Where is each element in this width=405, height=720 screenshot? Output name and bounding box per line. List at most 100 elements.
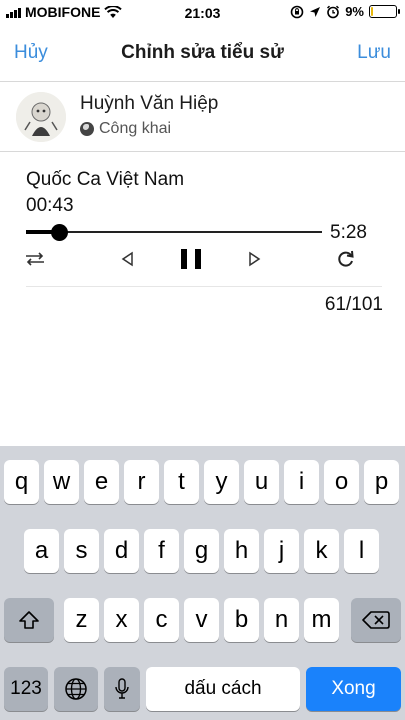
privacy-label: Công khai (99, 120, 172, 137)
page-title: Chỉnh sửa tiểu sử (121, 42, 284, 63)
keyboard: qwe r t yu i op asd f gh j k l zxcvbnm 123 dấu các… (0, 446, 405, 720)
key-label: n (274, 606, 289, 633)
key-label: g (194, 537, 209, 564)
key-z[interactable]: z (64, 598, 99, 642)
key-a[interactable]: a (24, 529, 59, 573)
profile-header: Huỳnh Văn Hiệp Công khai (0, 82, 405, 152)
key-label: z (75, 606, 88, 633)
avatar[interactable] (16, 92, 66, 142)
key-t[interactable]: t (164, 460, 199, 504)
character-counter: 61/101 (324, 294, 383, 315)
key-b[interactable]: b (224, 598, 259, 642)
key-label: q (14, 468, 29, 495)
privacy-selector[interactable]: Công khai (80, 120, 171, 138)
key-label: w (52, 468, 71, 495)
key-label: t (178, 468, 185, 495)
key-w[interactable]: w (44, 460, 79, 504)
next-button[interactable] (242, 246, 268, 272)
repeat-button[interactable] (333, 246, 359, 272)
previous-icon (121, 251, 133, 267)
key-p[interactable]: p (364, 460, 399, 504)
status-right: 9% (290, 4, 400, 19)
key-u[interactable]: u (244, 460, 279, 504)
space-key[interactable]: dấu cách (146, 667, 300, 711)
key-label: d (114, 537, 129, 564)
key-i[interactable]: i (284, 460, 319, 504)
key-n[interactable]: n (264, 598, 299, 642)
key-label: f (158, 537, 165, 564)
numbers-key-label: 123 (10, 678, 42, 699)
key-label: x (115, 606, 128, 633)
pause-button[interactable] (174, 244, 208, 274)
key-label: s (75, 537, 88, 564)
key-e[interactable]: e (84, 460, 119, 504)
song-title: Quốc Ca Việt Nam (26, 169, 185, 190)
next-icon (249, 251, 261, 267)
key-label: u (254, 468, 269, 495)
shift-icon (19, 611, 39, 629)
rotation-lock-icon (290, 5, 304, 18)
key-g[interactable]: g (184, 529, 219, 573)
progress-track[interactable] (26, 224, 322, 241)
previous-button[interactable] (114, 246, 140, 272)
globe-icon (80, 122, 94, 136)
shuffle-icon (26, 252, 44, 266)
key-l[interactable]: l (344, 529, 379, 573)
key-label: o (334, 468, 349, 495)
done-key-label: Xong (331, 678, 376, 699)
key-h[interactable]: h (224, 529, 259, 573)
dictation-key[interactable] (104, 667, 140, 711)
navigation-bar: Hủy Chỉnh sửa tiểu sử Lưu (0, 26, 405, 82)
key-label: v (195, 606, 208, 633)
key-y[interactable]: y (204, 460, 239, 504)
save-button[interactable]: Lưu (357, 42, 391, 64)
key-label: e (94, 468, 109, 495)
key-label: i (298, 468, 305, 495)
key-s[interactable]: s (64, 529, 99, 573)
key-label: p (374, 468, 389, 495)
battery-level-fill (371, 7, 374, 16)
key-label: a (34, 537, 49, 564)
key-c[interactable]: c (144, 598, 179, 642)
done-key[interactable]: Xong (306, 667, 401, 711)
progress-thumb[interactable] (50, 224, 68, 241)
key-m[interactable]: m (304, 598, 339, 642)
battery-icon (369, 5, 400, 18)
location-icon (310, 6, 321, 17)
cancel-button[interactable]: Hủy (14, 42, 48, 64)
key-o[interactable]: o (324, 460, 359, 504)
key-k[interactable]: k (304, 529, 339, 573)
key-label: k (315, 537, 328, 564)
key-label: b (234, 606, 249, 633)
profile-name: Huỳnh Văn Hiệp (80, 93, 219, 114)
key-label: l (358, 537, 365, 564)
numbers-key[interactable]: 123 (4, 667, 48, 711)
key-r[interactable]: r (124, 460, 159, 504)
microphone-icon (115, 678, 129, 699)
battery-percent: 9% (345, 4, 364, 19)
backspace-icon (362, 611, 390, 629)
key-v[interactable]: v (184, 598, 219, 642)
key-label: y (215, 468, 228, 495)
space-key-label: dấu cách (184, 678, 262, 699)
key-label: c (155, 606, 168, 633)
alarm-icon (327, 5, 340, 18)
globe-icon (65, 678, 87, 700)
delete-key[interactable] (351, 598, 401, 642)
key-f[interactable]: f (144, 529, 179, 573)
pause-icon (181, 249, 201, 269)
key-label: h (234, 537, 249, 564)
key-d[interactable]: d (104, 529, 139, 573)
track-duration: 5:28 (330, 222, 367, 243)
current-time: 00:43 (26, 195, 74, 216)
key-label: j (278, 537, 285, 564)
globe-key[interactable] (54, 667, 98, 711)
status-bar: MOBIFONE 21:03 9% (0, 0, 405, 26)
shuffle-button[interactable] (22, 246, 48, 272)
controls-divider (26, 286, 382, 287)
shift-key[interactable] (4, 598, 54, 642)
key-j[interactable]: j (264, 529, 299, 573)
key-x[interactable]: x (104, 598, 139, 642)
key-label: r (137, 468, 146, 495)
key-q[interactable]: q (4, 460, 39, 504)
